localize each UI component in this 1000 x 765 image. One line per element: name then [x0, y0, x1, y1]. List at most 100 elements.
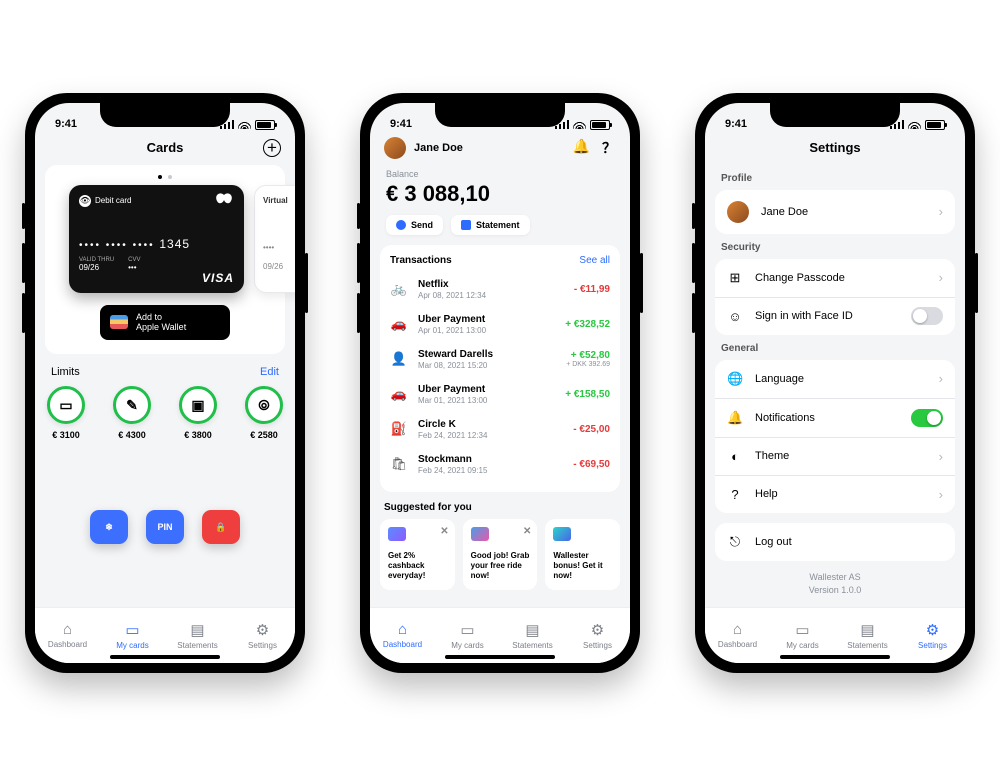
section-general: General	[715, 335, 955, 360]
transaction-row[interactable]: 👤Steward DarellsMar 08, 2021 15:20+ €52,…	[390, 342, 610, 377]
logout-icon: ⎋	[727, 534, 743, 550]
keypad-icon: ⊞	[727, 270, 743, 286]
passcode-row[interactable]: ⊞ Change Passcode ›	[715, 259, 955, 297]
transaction-row[interactable]: 🚗Uber PaymentApr 01, 2021 13:00+ €328,52	[390, 307, 610, 342]
pager-dots	[45, 175, 285, 179]
tab-statements[interactable]: ▤Statements	[500, 608, 565, 663]
statement-button[interactable]: Statement	[451, 215, 530, 235]
balance-amount: € 3 088,10	[386, 181, 614, 207]
notifications-toggle[interactable]	[911, 409, 943, 427]
tab-dashboard[interactable]: ⌂Dashboard	[35, 608, 100, 663]
chevron-right-icon: ›	[939, 371, 943, 386]
limit-card[interactable]: ▭€ 3100	[47, 386, 85, 440]
send-button[interactable]: Send	[386, 215, 443, 235]
send-icon	[396, 220, 406, 230]
avatar	[727, 201, 749, 223]
close-icon[interactable]: ✕	[440, 525, 448, 538]
transaction-row[interactable]: 🚲NetflixApr 08, 2021 12:34- €11,99	[390, 272, 610, 307]
globe-icon: 🌐	[727, 371, 743, 387]
faceid-row[interactable]: ☺ Sign in with Face ID	[715, 297, 955, 335]
suggestion-card[interactable]: ✕Get 2% cashback everyday!	[380, 519, 455, 590]
section-profile: Profile	[715, 165, 955, 190]
clock: 9:41	[55, 118, 77, 130]
limit-atm[interactable]: ▣€ 3800	[179, 386, 217, 440]
tx-icon: 🚗	[390, 386, 408, 402]
tab-mycards[interactable]: ▭My cards	[100, 608, 165, 663]
page-title: Cards	[147, 140, 184, 155]
doc-icon: ▤	[190, 621, 204, 639]
faceid-icon: ☺	[727, 309, 743, 324]
limit-contactless[interactable]: ⦾€ 2580	[245, 386, 283, 440]
doc-icon: ▤	[860, 621, 874, 639]
pin-button[interactable]: PIN	[146, 510, 184, 544]
notifications-row[interactable]: 🔔 Notifications	[715, 398, 955, 437]
wallet-icon	[110, 315, 128, 329]
help-icon: ?	[727, 487, 743, 502]
battery-icon	[590, 120, 610, 130]
block-button[interactable]: 🔒	[202, 510, 240, 544]
card-icon: ▭	[460, 621, 474, 639]
help-row[interactable]: ? Help ›	[715, 475, 955, 513]
tab-mycards[interactable]: ▭My cards	[435, 608, 500, 663]
bell-icon: 🔔	[727, 410, 743, 426]
app-version: Version 1.0.0	[715, 584, 955, 598]
avatar[interactable]	[384, 137, 406, 159]
edit-limits-button[interactable]: Edit	[260, 366, 279, 378]
lock-icon: 🔒	[215, 522, 226, 533]
wifi-icon	[908, 120, 921, 129]
battery-icon	[925, 120, 945, 130]
language-row[interactable]: 🌐 Language ›	[715, 360, 955, 398]
page-title: Settings	[809, 140, 860, 155]
home-icon: ⌂	[733, 621, 742, 638]
tab-dashboard[interactable]: ⌂Dashboard	[705, 608, 770, 663]
transaction-row[interactable]: 🚗Uber PaymentMar 01, 2021 13:00+ €158,50	[390, 377, 610, 412]
suggestion-card[interactable]: Wallester bonus! Get it now!	[545, 519, 620, 590]
help-icon[interactable]: ？	[602, 138, 616, 158]
home-icon: ⌂	[63, 621, 72, 638]
logout-row[interactable]: ⎋ Log out	[715, 523, 955, 561]
balance-label: Balance	[386, 169, 614, 179]
tab-dashboard[interactable]: ⌂Dashboard	[370, 608, 435, 663]
theme-row[interactable]: ◐ Theme ›	[715, 437, 955, 475]
gear-icon: ⚙	[591, 621, 604, 639]
contactless-icon: ⦾	[258, 397, 269, 414]
butterfly-logo-icon	[214, 193, 234, 207]
tx-icon: 🛍	[390, 456, 408, 472]
tab-settings[interactable]: ⚙Settings	[900, 608, 965, 663]
tab-settings[interactable]: ⚙Settings	[230, 608, 295, 663]
doc-icon: ▤	[525, 621, 539, 639]
close-icon[interactable]: ✕	[523, 525, 531, 538]
debit-card[interactable]: 👁Debit card •••• •••• •••• 1345 VALID TH…	[69, 185, 244, 293]
gear-icon: ⚙	[256, 621, 269, 639]
transaction-row[interactable]: ⛽Circle KFeb 24, 2021 12:34- €25,00	[390, 412, 610, 447]
apple-wallet-button[interactable]: Add toApple Wallet	[100, 305, 230, 341]
add-card-button[interactable]: +	[263, 139, 281, 157]
card-icon: ▭	[795, 621, 809, 639]
faceid-toggle[interactable]	[911, 307, 943, 325]
tx-icon: 🚲	[390, 281, 408, 297]
tx-icon: 🚗	[390, 316, 408, 332]
virtual-card[interactable]: Virtual •••• 09/26	[254, 185, 295, 293]
cards-icon: ▭	[59, 397, 72, 414]
tab-statements[interactable]: ▤Statements	[165, 608, 230, 663]
tab-statements[interactable]: ▤Statements	[835, 608, 900, 663]
clock: 9:41	[725, 118, 747, 130]
suggestion-card[interactable]: ✕Good job! Grab your free ride now!	[463, 519, 538, 590]
card-carousel[interactable]: 👁Debit card •••• •••• •••• 1345 VALID TH…	[45, 165, 285, 355]
limit-transfer[interactable]: ✎€ 4300	[113, 386, 151, 440]
visa-logo: VISA	[202, 271, 234, 285]
see-all-button[interactable]: See all	[579, 255, 610, 266]
promo-icon	[553, 527, 571, 541]
freeze-button[interactable]: ❄	[90, 510, 128, 544]
tab-settings[interactable]: ⚙Settings	[565, 608, 630, 663]
limits-title: Limits	[51, 366, 80, 378]
bell-icon[interactable]: 🔔	[573, 138, 590, 158]
doc-icon	[461, 220, 471, 230]
transaction-row[interactable]: 🛍StockmannFeb 24, 2021 09:15- €69,50	[390, 447, 610, 482]
chevron-right-icon: ›	[939, 204, 943, 219]
tab-mycards[interactable]: ▭My cards	[770, 608, 835, 663]
profile-row[interactable]: Jane Doe ›	[715, 190, 955, 234]
tx-icon: 👤	[390, 351, 408, 367]
chevron-right-icon: ›	[939, 449, 943, 464]
eye-icon[interactable]: 👁	[79, 195, 91, 207]
